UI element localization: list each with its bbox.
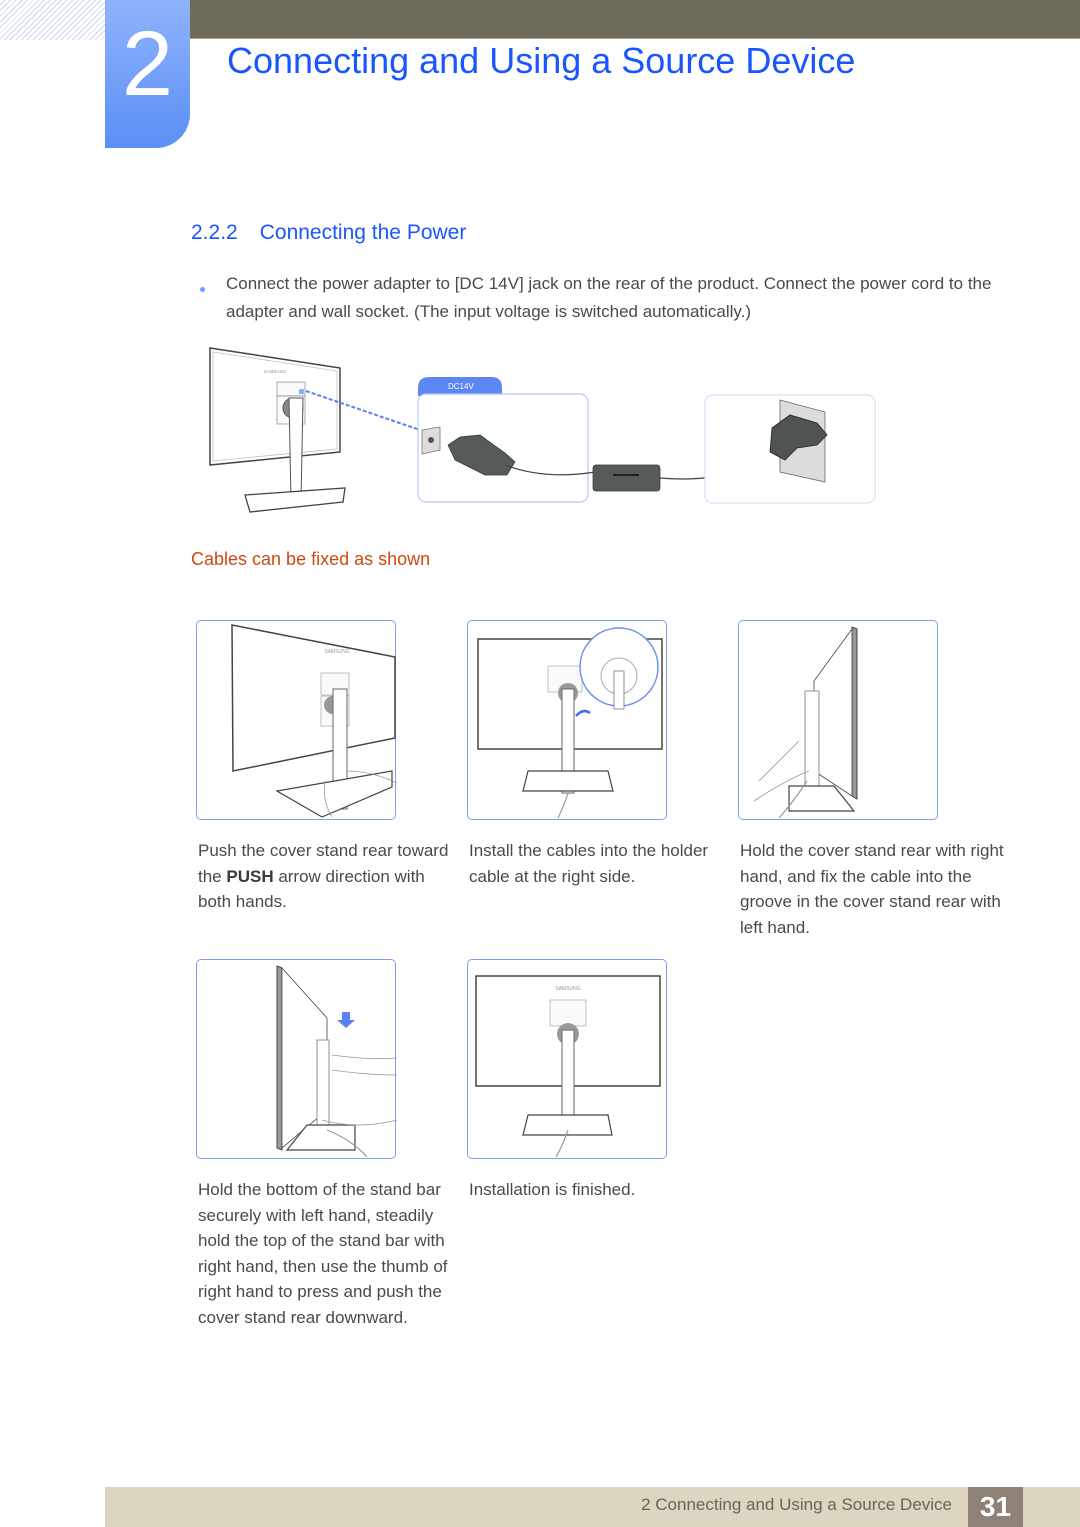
step-5-illustration: SAMSUNG <box>475 975 661 1158</box>
step-3-illustration <box>753 626 858 819</box>
svg-text:SAMSUNG: SAMSUNG <box>324 649 349 655</box>
step-2-illustration <box>477 627 663 819</box>
step-2-caption: Install the cables into the holder cable… <box>469 841 709 886</box>
section-number: 2.2.2 <box>191 221 238 244</box>
header-bar <box>190 0 1080 39</box>
step-1-caption: Push the cover stand rear toward the PUS… <box>198 841 449 911</box>
section-title: Connecting the Power <box>259 221 467 244</box>
power-instruction: Connect the power adapter to [DC 14V] ja… <box>226 274 992 321</box>
chapter-number: 2 <box>121 13 174 115</box>
step-3-figure <box>738 620 938 820</box>
footer-chapter-label: 2 Connecting and Using a Source Device <box>641 1495 952 1514</box>
step-1-illustration: SAMSUNG <box>231 624 398 818</box>
section-heading: 2.2.2 Connecting the Power <box>191 221 466 245</box>
step-2-figure <box>467 620 667 820</box>
step-5-caption: Installation is finished. <box>469 1180 636 1199</box>
cables-subheading: Cables can be fixed as shown <box>191 549 431 569</box>
monitor-rear-illustration: SAMSUNG <box>209 347 346 513</box>
step-1-figure: SAMSUNG <box>196 620 398 820</box>
step-5-figure: SAMSUNG <box>467 959 667 1159</box>
page-footer: 2 Connecting and Using a Source Device <box>105 1487 1080 1527</box>
chapter-title: Connecting and Using a Source Device <box>227 40 856 81</box>
step-3-caption: Hold the cover stand rear with right han… <box>740 841 1004 937</box>
power-diagram: SAMSUNG DC14V <box>209 347 876 513</box>
step-4-figure <box>196 959 398 1159</box>
step-4-caption: Hold the bottom of the stand bar securel… <box>198 1180 448 1327</box>
down-arrow-icon <box>337 1012 355 1028</box>
page-number: 31 <box>968 1487 1023 1527</box>
chapter-tab: 2 <box>105 0 190 148</box>
push-keyword: PUSH <box>226 866 274 886</box>
step-4-illustration <box>276 965 398 1158</box>
decorative-hatch <box>0 0 105 40</box>
monitor-brand-label: SAMSUNG <box>264 369 287 374</box>
svg-text:SAMSUNG: SAMSUNG <box>555 986 580 992</box>
bullet-icon <box>200 287 205 292</box>
dc-jack-callout: DC14V <box>417 377 596 503</box>
wall-socket-callout <box>704 394 876 504</box>
power-connection-figure: SAMSUNG DC14V <box>205 340 885 520</box>
jack-label: DC14V <box>448 382 474 391</box>
